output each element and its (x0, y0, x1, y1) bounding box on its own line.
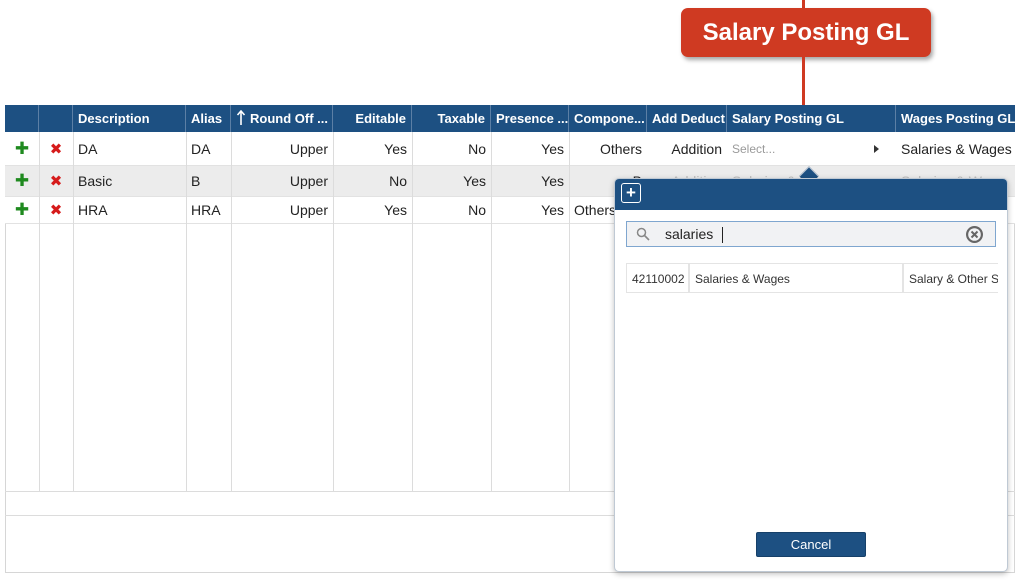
callout-label: Salary Posting GL (681, 8, 931, 57)
header-round-off-label: Round Off ... (250, 111, 328, 126)
header-alias[interactable]: Alias (186, 105, 231, 132)
grid-divider (73, 132, 74, 491)
result-row[interactable]: 42110002 Salaries & Wages Salary & Other… (626, 263, 998, 293)
header-editable[interactable]: Editable (333, 105, 412, 132)
cell-alias[interactable]: B (186, 166, 231, 196)
cell-component[interactable]: Others (569, 132, 647, 165)
grid-header: Description Alias Round Off ... Editable… (5, 105, 1015, 132)
delete-icon: ✖ (49, 173, 63, 190)
header-description[interactable]: Description (73, 105, 186, 132)
cell-taxable[interactable]: Yes (412, 166, 491, 196)
plus-icon: + (626, 183, 636, 202)
grid-divider (39, 132, 40, 491)
cell-presence[interactable]: Yes (491, 132, 569, 165)
header-delete-col (39, 105, 73, 132)
grid-divider (412, 132, 413, 491)
salary-gl-select[interactable]: Select... (727, 132, 896, 165)
cell-wages-gl[interactable]: Salaries & Wages (896, 132, 1015, 165)
delete-icon: ✖ (49, 202, 63, 219)
sort-ascending-icon (236, 110, 246, 125)
callout-connector (802, 57, 805, 105)
cell-alias[interactable]: HRA (186, 197, 231, 223)
add-row-button[interactable]: ✚ (5, 197, 39, 223)
header-wages-posting-gl[interactable]: Wages Posting GL (896, 105, 1015, 132)
grid-divider (231, 132, 232, 491)
cell-round-off[interactable]: Upper (231, 166, 333, 196)
cell-taxable[interactable]: No (412, 197, 491, 223)
header-taxable[interactable]: Taxable (412, 105, 491, 132)
result-group: Salary & Other Staff (903, 263, 998, 293)
text-cursor (722, 227, 723, 243)
cell-editable[interactable]: Yes (333, 197, 412, 223)
plus-icon: ✚ (14, 138, 30, 158)
delete-row-button[interactable]: ✖ (39, 166, 73, 196)
search-box[interactable] (626, 221, 996, 247)
header-add-col (5, 105, 39, 132)
caret-right-icon (874, 144, 879, 153)
cell-description[interactable]: Basic (73, 166, 186, 196)
delete-row-button[interactable]: ✖ (39, 132, 73, 165)
cell-round-off[interactable]: Upper (231, 132, 333, 165)
plus-icon: ✚ (14, 171, 30, 190)
result-code: 42110002 (626, 263, 689, 293)
search-icon (636, 227, 650, 241)
header-add-deduct[interactable]: Add Deduct (647, 105, 727, 132)
cell-presence[interactable]: Yes (491, 197, 569, 223)
popup-header: + (615, 179, 1007, 210)
header-round-off[interactable]: Round Off ... (231, 105, 333, 132)
grid-divider (333, 132, 334, 491)
plus-icon: ✚ (14, 200, 30, 219)
cell-presence[interactable]: Yes (491, 166, 569, 196)
gl-lookup-popup: + 42110002 Salaries & Wages Salary & Oth… (614, 178, 1008, 572)
grid-divider (186, 132, 187, 491)
clear-icon[interactable] (965, 225, 984, 244)
cell-taxable[interactable]: No (412, 132, 491, 165)
header-component[interactable]: Compone... (569, 105, 647, 132)
result-name: Salaries & Wages (689, 263, 903, 293)
table-row[interactable]: ✚ ✖ DA DA Upper Yes No Yes Others Additi… (5, 132, 1015, 166)
search-input[interactable] (665, 224, 945, 244)
cell-alias[interactable]: DA (186, 132, 231, 165)
cell-description[interactable]: DA (73, 132, 186, 165)
salary-gl-select-placeholder: Select... (732, 141, 776, 156)
cell-add-deduct[interactable]: Addition (647, 132, 727, 165)
cell-round-off[interactable]: Upper (231, 197, 333, 223)
delete-row-button[interactable]: ✖ (39, 197, 73, 223)
cancel-button[interactable]: Cancel (756, 532, 866, 557)
add-row-button[interactable]: ✚ (5, 166, 39, 196)
grid-divider (491, 132, 492, 491)
add-row-button[interactable]: ✚ (5, 132, 39, 165)
delete-icon: ✖ (49, 140, 63, 158)
cell-description[interactable]: HRA (73, 197, 186, 223)
cell-editable[interactable]: Yes (333, 132, 412, 165)
cell-editable[interactable]: No (333, 166, 412, 196)
add-new-button[interactable]: + (621, 183, 641, 203)
grid-divider (569, 132, 570, 491)
header-presence[interactable]: Presence ... (491, 105, 569, 132)
header-salary-posting-gl[interactable]: Salary Posting GL (727, 105, 896, 132)
